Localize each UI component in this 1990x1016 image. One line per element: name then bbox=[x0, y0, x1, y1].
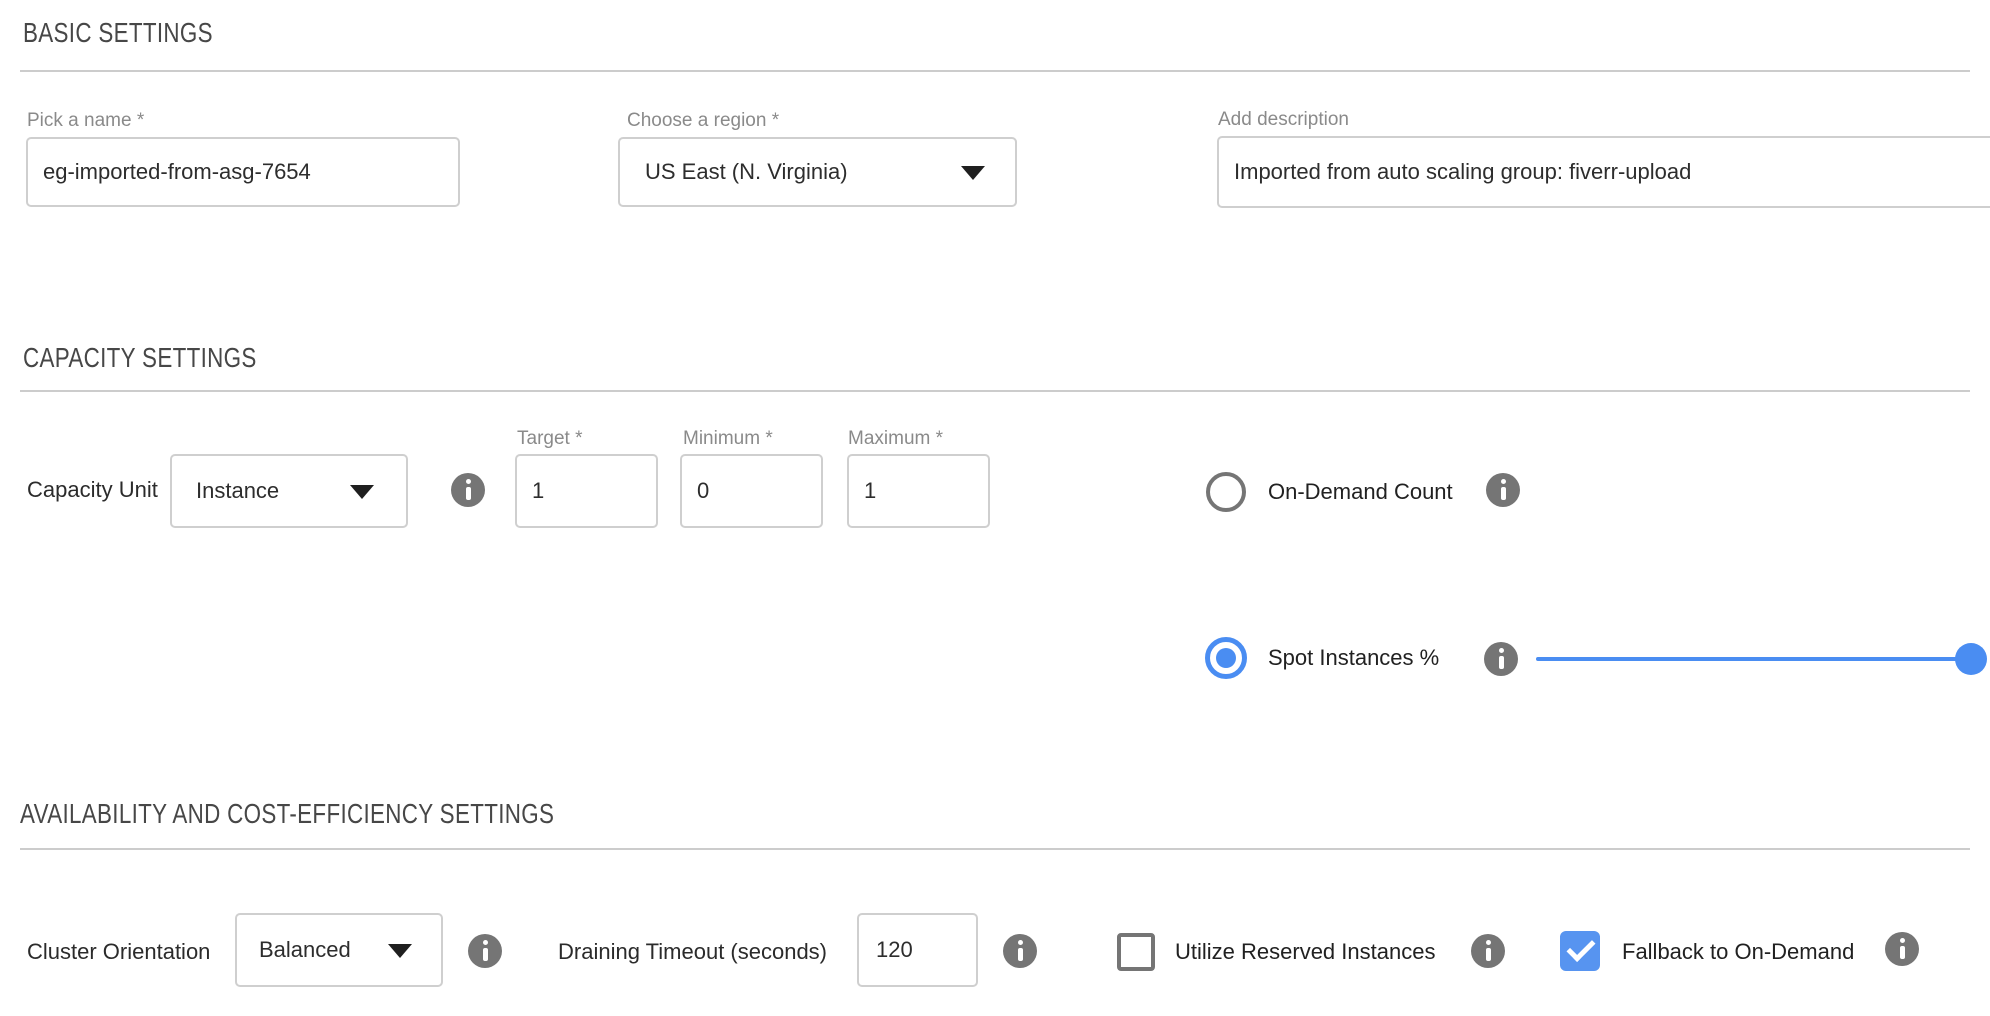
target-field-label: Target * bbox=[517, 427, 582, 451]
section-divider bbox=[20, 848, 1970, 850]
section-divider bbox=[20, 390, 1970, 392]
name-field-label: Pick a name * bbox=[27, 109, 144, 133]
utilize-reserved-label[interactable]: Utilize Reserved Instances bbox=[1175, 939, 1435, 965]
capacity-unit-info-icon[interactable] bbox=[451, 473, 485, 507]
utilize-reserved-info-icon[interactable] bbox=[1471, 934, 1505, 968]
capacity-unit-label: Capacity Unit bbox=[27, 477, 158, 503]
region-select[interactable]: US East (N. Virginia) bbox=[618, 137, 1017, 207]
minimum-field-label: Minimum * bbox=[683, 427, 773, 451]
maximum-field-label: Maximum * bbox=[848, 427, 943, 451]
description-input[interactable] bbox=[1217, 136, 1990, 208]
draining-timeout-input[interactable] bbox=[857, 913, 978, 987]
spot-instances-radio[interactable] bbox=[1205, 637, 1247, 679]
spot-percentage-slider-thumb[interactable] bbox=[1955, 643, 1987, 675]
draining-timeout-label: Draining Timeout (seconds) bbox=[558, 939, 827, 965]
chevron-down-icon bbox=[350, 485, 374, 499]
maximum-input[interactable] bbox=[847, 454, 990, 528]
capacity-settings-title: CAPACITY SETTINGS bbox=[23, 342, 257, 374]
availability-settings-title: AVAILABILITY AND COST-EFFICIENCY SETTING… bbox=[20, 798, 554, 830]
chevron-down-icon bbox=[961, 166, 985, 180]
minimum-input[interactable] bbox=[680, 454, 823, 528]
fallback-on-demand-info-icon[interactable] bbox=[1885, 932, 1919, 966]
spot-percentage-slider-track[interactable] bbox=[1536, 657, 1971, 661]
spot-instances-info-icon[interactable] bbox=[1484, 642, 1518, 676]
section-divider bbox=[20, 70, 1970, 72]
fallback-on-demand-label[interactable]: Fallback to On-Demand bbox=[1622, 939, 1854, 965]
description-field-label: Add description bbox=[1218, 108, 1349, 132]
elastigroup-settings-form: BASIC SETTINGS Pick a name * Choose a re… bbox=[0, 0, 1990, 1016]
region-select-value: US East (N. Virginia) bbox=[620, 159, 848, 185]
spot-instances-label[interactable]: Spot Instances % bbox=[1268, 645, 1439, 671]
cluster-orientation-select-value: Balanced bbox=[237, 937, 351, 963]
utilize-reserved-checkbox[interactable] bbox=[1117, 933, 1155, 971]
draining-timeout-info-icon[interactable] bbox=[1003, 934, 1037, 968]
cluster-orientation-label: Cluster Orientation bbox=[27, 939, 210, 965]
capacity-unit-select-value: Instance bbox=[172, 478, 279, 504]
name-input[interactable] bbox=[26, 137, 460, 207]
target-input[interactable] bbox=[515, 454, 658, 528]
capacity-unit-select[interactable]: Instance bbox=[170, 454, 408, 528]
chevron-down-icon bbox=[388, 944, 412, 958]
region-field-label: Choose a region * bbox=[627, 109, 779, 133]
on-demand-count-label[interactable]: On-Demand Count bbox=[1268, 479, 1453, 505]
basic-settings-title: BASIC SETTINGS bbox=[23, 17, 213, 49]
on-demand-count-info-icon[interactable] bbox=[1486, 473, 1520, 507]
cluster-orientation-select[interactable]: Balanced bbox=[235, 913, 443, 987]
cluster-orientation-info-icon[interactable] bbox=[468, 934, 502, 968]
fallback-on-demand-checkbox[interactable] bbox=[1560, 931, 1600, 971]
on-demand-count-radio[interactable] bbox=[1206, 472, 1246, 512]
